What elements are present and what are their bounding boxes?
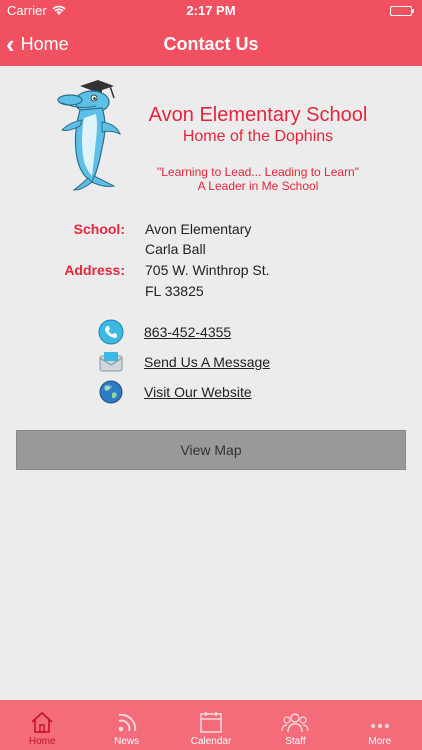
tab-staff[interactable]: Staff <box>253 700 337 750</box>
tab-bar: Home News Calendar Staff More <box>0 700 422 750</box>
phone-icon <box>98 319 124 345</box>
tab-staff-label: Staff <box>285 736 306 747</box>
message-row: Send Us A Message <box>98 349 270 375</box>
tab-more-label: More <box>368 736 392 747</box>
nav-bar: ‹ Home Contact Us <box>0 22 422 66</box>
website-row: Visit Our Website <box>98 379 252 405</box>
envelope-icon <box>99 352 123 372</box>
tab-more[interactable]: More <box>338 700 422 750</box>
page-title: Contact Us <box>163 34 259 54</box>
tab-home-label: Home <box>28 736 56 747</box>
dolphin-mascot-icon <box>57 80 121 191</box>
phone-row: 863-452-4355 <box>98 319 231 345</box>
school-label: School: <box>73 221 125 237</box>
tab-news[interactable]: News <box>84 700 168 750</box>
motto-line-2: A Leader in Me School <box>197 179 319 193</box>
contact-content: Avon Elementary School Home of the Dophi… <box>0 66 422 700</box>
school-header: Avon Elementary School Home of the Dophi… <box>52 78 382 198</box>
school-motto: "Learning to Lead... Leading to Learn" A… <box>138 165 378 193</box>
home-icon <box>31 711 53 733</box>
view-map-button[interactable]: View Map <box>16 430 406 470</box>
tab-news-label: News <box>114 736 140 747</box>
school-subtitle: Home of the Dophins <box>182 128 334 145</box>
send-message-link[interactable]: Send Us A Message <box>144 354 270 370</box>
staff-icon <box>281 713 310 733</box>
school-name-value: Avon Elementary <box>145 221 252 237</box>
more-icon <box>370 723 390 729</box>
status-bar: Carrier 2:17 PM <box>0 0 422 22</box>
tab-home[interactable]: Home <box>0 700 84 750</box>
address-label: Address: <box>64 262 125 278</box>
battery-icon <box>390 6 414 16</box>
tab-calendar[interactable]: Calendar <box>169 700 253 750</box>
globe-icon <box>99 380 123 404</box>
status-time: 2:17 PM <box>186 3 236 18</box>
visit-website-link[interactable]: Visit Our Website <box>144 384 252 400</box>
address-line-2: FL 33825 <box>145 283 204 299</box>
phone-link[interactable]: 863-452-4355 <box>144 324 231 340</box>
rss-icon <box>118 713 136 732</box>
contact-name-value: Carla Ball <box>145 241 206 257</box>
school-name-heading: Avon Elementary School <box>148 104 368 126</box>
motto-line-1: "Learning to Lead... Leading to Learn" <box>156 165 359 179</box>
tab-calendar-label: Calendar <box>190 736 232 747</box>
address-line-1: 705 W. Winthrop St. <box>145 262 270 278</box>
calendar-icon <box>200 712 222 733</box>
top-bar: Carrier 2:17 PM ‹ Home Contact Us <box>0 0 422 66</box>
